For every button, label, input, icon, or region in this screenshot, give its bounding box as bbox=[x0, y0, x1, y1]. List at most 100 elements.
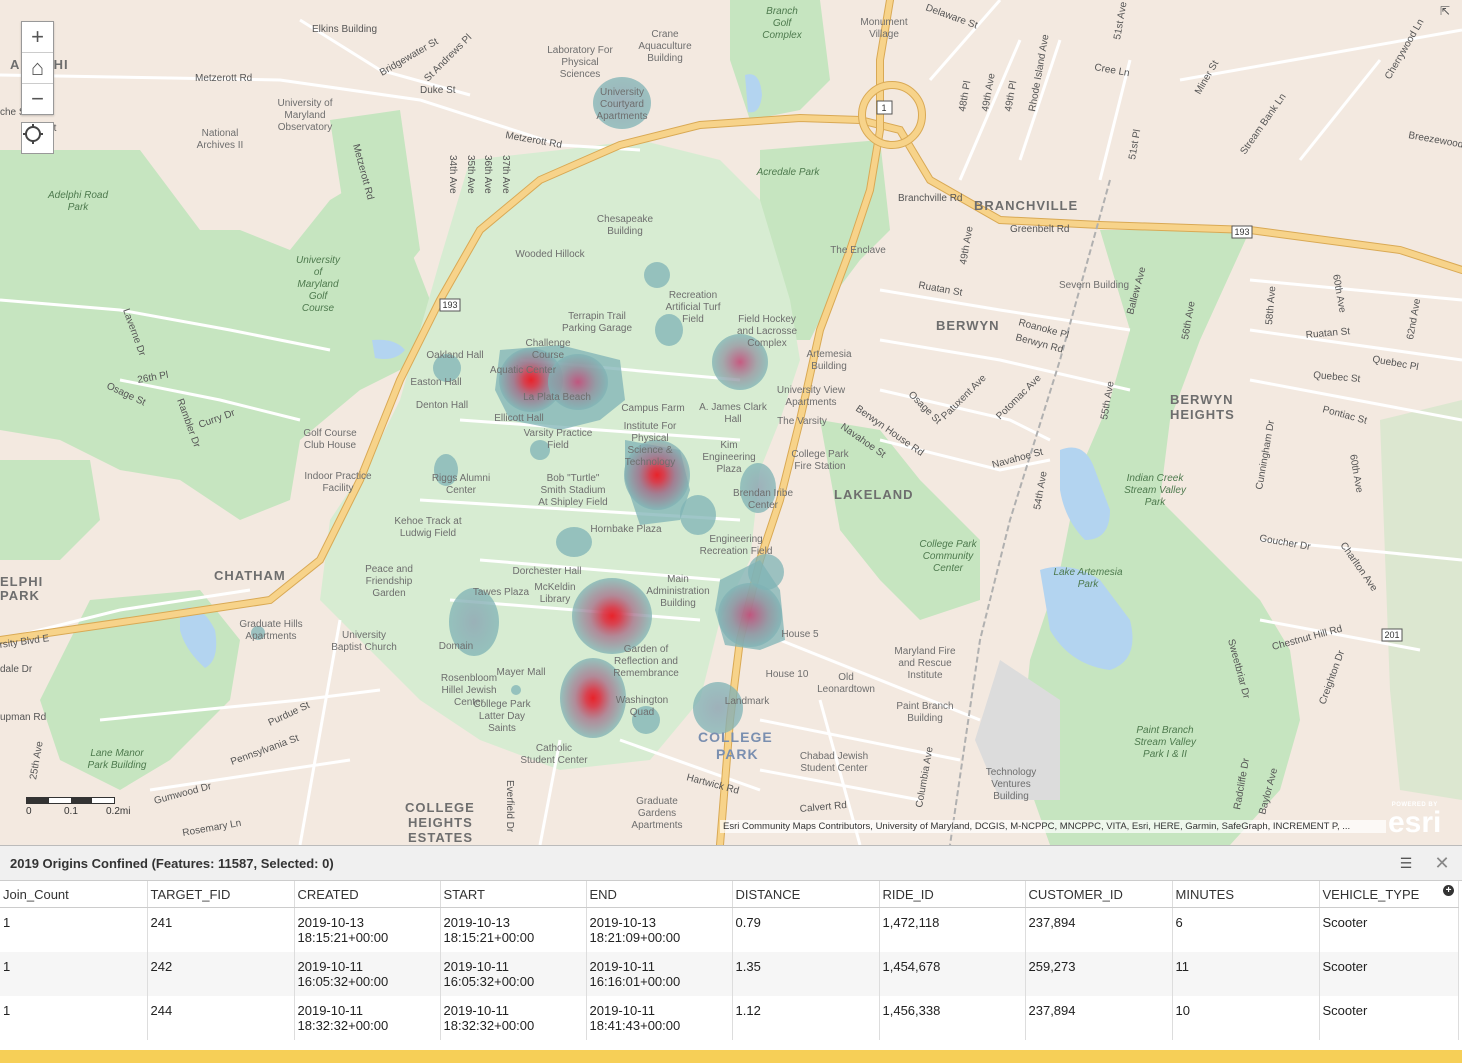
svg-text:Club House: Club House bbox=[304, 440, 357, 451]
svg-text:La Plata Beach: La Plata Beach bbox=[523, 392, 591, 403]
svg-text:Acredale Park: Acredale Park bbox=[756, 167, 821, 178]
svg-text:Student Center: Student Center bbox=[520, 755, 588, 766]
svg-text:Sciences: Sciences bbox=[560, 69, 601, 80]
basemap[interactable]: 1 193 193 201 A PHI ELPHIPARK CHATHAM BER… bbox=[0, 0, 1462, 845]
svg-text:Course: Course bbox=[302, 303, 335, 314]
attribute-table: Join_Count TARGET_FID CREATED START END DISTA… bbox=[0, 881, 1459, 1040]
svg-text:House 10: House 10 bbox=[766, 669, 809, 680]
svg-text:ELPHI: ELPHI bbox=[0, 574, 43, 589]
svg-text:Indian Creek: Indian Creek bbox=[1127, 473, 1185, 484]
svg-text:Science &: Science & bbox=[627, 445, 672, 456]
svg-text:Wooded Hillock: Wooded Hillock bbox=[515, 249, 585, 260]
column-header-distance[interactable]: DISTANCE bbox=[732, 881, 880, 908]
svg-text:Campus Farm: Campus Farm bbox=[621, 403, 684, 414]
table-cell: 1 bbox=[0, 952, 148, 996]
svg-text:Plaza: Plaza bbox=[716, 464, 741, 475]
menu-icon[interactable]: ☰ bbox=[1396, 855, 1416, 872]
svg-text:COLLEGE: COLLEGE bbox=[405, 800, 475, 815]
zoom-out-button[interactable]: − bbox=[22, 84, 53, 114]
svg-text:Dorchester Hall: Dorchester Hall bbox=[513, 566, 582, 577]
column-header-start[interactable]: START bbox=[440, 881, 587, 908]
table-cell: 2019-10-11 16:05:32+00:00 bbox=[440, 952, 587, 996]
svg-text:Park: Park bbox=[1145, 497, 1167, 508]
heat-hotspot-main-admin bbox=[718, 583, 782, 647]
svg-text:Bob "Turtle": Bob "Turtle" bbox=[547, 473, 600, 484]
svg-text:Golf: Golf bbox=[309, 291, 329, 302]
table-cell: 237,894 bbox=[1025, 996, 1173, 1040]
svg-text:Chesapeake: Chesapeake bbox=[597, 214, 654, 225]
svg-text:Hall: Hall bbox=[724, 414, 741, 425]
svg-text:Ellicott Hall: Ellicott Hall bbox=[494, 413, 543, 424]
table-cell: 244 bbox=[147, 996, 295, 1040]
column-header-minutes[interactable]: MINUTES bbox=[1172, 881, 1320, 908]
svg-text:A. James Clark: A. James Clark bbox=[699, 402, 768, 413]
svg-text:Park I & II: Park I & II bbox=[1143, 749, 1187, 760]
svg-text:Fire Station: Fire Station bbox=[794, 461, 845, 472]
table-row[interactable]: 1 242 2019-10-11 16:05:32+00:00 2019-10-11 … bbox=[0, 952, 1459, 996]
svg-text:PARK: PARK bbox=[0, 588, 40, 603]
svg-text:Reflection and: Reflection and bbox=[614, 656, 678, 667]
expand-icon[interactable]: ⇱ bbox=[1440, 4, 1454, 18]
svg-text:Recreation: Recreation bbox=[669, 290, 717, 301]
column-header-customer-id[interactable]: CUSTOMER_ID bbox=[1025, 881, 1173, 908]
svg-text:35th Ave: 35th Ave bbox=[465, 155, 476, 194]
svg-text:McKeldin: McKeldin bbox=[534, 582, 575, 593]
table-row[interactable]: 1 241 2019-10-13 18:15:21+00:00 2019-10-13 … bbox=[0, 907, 1459, 952]
svg-text:37th Ave: 37th Ave bbox=[500, 155, 511, 194]
svg-text:of: of bbox=[314, 267, 324, 278]
svg-text:Library: Library bbox=[540, 594, 571, 605]
svg-text:Building: Building bbox=[647, 53, 683, 64]
column-header-join-count[interactable]: Join_Count bbox=[0, 881, 148, 908]
svg-text:Observatory: Observatory bbox=[278, 122, 332, 133]
table-cell: 2019-10-13 18:15:21+00:00 bbox=[294, 907, 441, 952]
svg-text:Park Building: Park Building bbox=[88, 760, 147, 771]
column-header-end[interactable]: END bbox=[586, 881, 733, 908]
map-view[interactable]: 1 193 193 201 A PHI ELPHI PARK CHATHAM BER… bbox=[0, 0, 1462, 845]
svg-text:193: 193 bbox=[1234, 227, 1249, 237]
svg-text:Building: Building bbox=[993, 791, 1029, 802]
column-header-vehicle-type[interactable]: VEHICLE_TYPE bbox=[1319, 881, 1459, 908]
svg-text:Graduate: Graduate bbox=[636, 796, 678, 807]
svg-text:Building: Building bbox=[907, 713, 943, 724]
table-cell: 1.12 bbox=[732, 996, 880, 1040]
svg-text:and Rescue: and Rescue bbox=[898, 658, 952, 669]
svg-text:Stream Valley: Stream Valley bbox=[1124, 485, 1187, 496]
svg-text:Ludwig Field: Ludwig Field bbox=[400, 528, 456, 539]
table-header: 2019 Origins Confined (Features: 11587, … bbox=[0, 846, 1462, 881]
esri-logo: POWERED BY esri bbox=[1388, 802, 1441, 838]
svg-text:Metzerott Rd: Metzerott Rd bbox=[195, 73, 252, 84]
table-cell: 1,454,678 bbox=[879, 952, 1026, 996]
svg-text:Paint Branch: Paint Branch bbox=[1136, 725, 1194, 736]
table-cell: 2019-10-11 18:32:32+00:00 bbox=[440, 996, 587, 1040]
table-cell: 2019-10-13 18:15:21+00:00 bbox=[440, 907, 587, 952]
zoom-in-button[interactable]: + bbox=[22, 22, 53, 53]
column-header-target-fid[interactable]: TARGET_FID bbox=[147, 881, 295, 908]
svg-text:and Lacrosse: and Lacrosse bbox=[737, 326, 797, 337]
svg-text:HEIGHTS: HEIGHTS bbox=[408, 815, 473, 830]
column-header-created[interactable]: CREATED bbox=[294, 881, 441, 908]
svg-text:Kim: Kim bbox=[720, 440, 737, 451]
svg-text:Complex: Complex bbox=[747, 338, 786, 349]
column-header-ride-id[interactable]: RIDE_ID bbox=[879, 881, 1026, 908]
svg-text:Hillel Jewish: Hillel Jewish bbox=[441, 685, 496, 696]
locate-button[interactable] bbox=[21, 122, 54, 154]
table-cell: 1,472,118 bbox=[879, 907, 1026, 952]
map-attribution[interactable]: Esri Community Maps Contributors, Univer… bbox=[720, 820, 1386, 833]
svg-text:Brendan Iribe: Brendan Iribe bbox=[733, 488, 793, 499]
svg-text:Apartments: Apartments bbox=[785, 397, 836, 408]
svg-text:Tawes Plaza: Tawes Plaza bbox=[473, 587, 530, 598]
close-icon[interactable]: ✕ bbox=[1432, 853, 1452, 874]
svg-text:dale Dr: dale Dr bbox=[0, 664, 33, 675]
table-cell: 242 bbox=[147, 952, 295, 996]
table-cell: 259,273 bbox=[1025, 952, 1173, 996]
svg-text:Building: Building bbox=[607, 226, 643, 237]
svg-text:Apartments: Apartments bbox=[596, 111, 647, 122]
svg-text:College Park: College Park bbox=[919, 539, 977, 550]
attribute-table-panel: 2019 Origins Confined (Features: 11587, … bbox=[0, 845, 1462, 1064]
table-row[interactable]: 1 244 2019-10-11 18:32:32+00:00 2019-10-11 … bbox=[0, 996, 1459, 1040]
svg-text:HEIGHTS: HEIGHTS bbox=[1170, 407, 1235, 422]
svg-text:Golf Course: Golf Course bbox=[303, 428, 357, 439]
home-button[interactable]: ⌂ bbox=[22, 53, 53, 84]
add-column-icon[interactable]: + bbox=[1443, 885, 1454, 896]
svg-text:Old: Old bbox=[838, 672, 854, 683]
